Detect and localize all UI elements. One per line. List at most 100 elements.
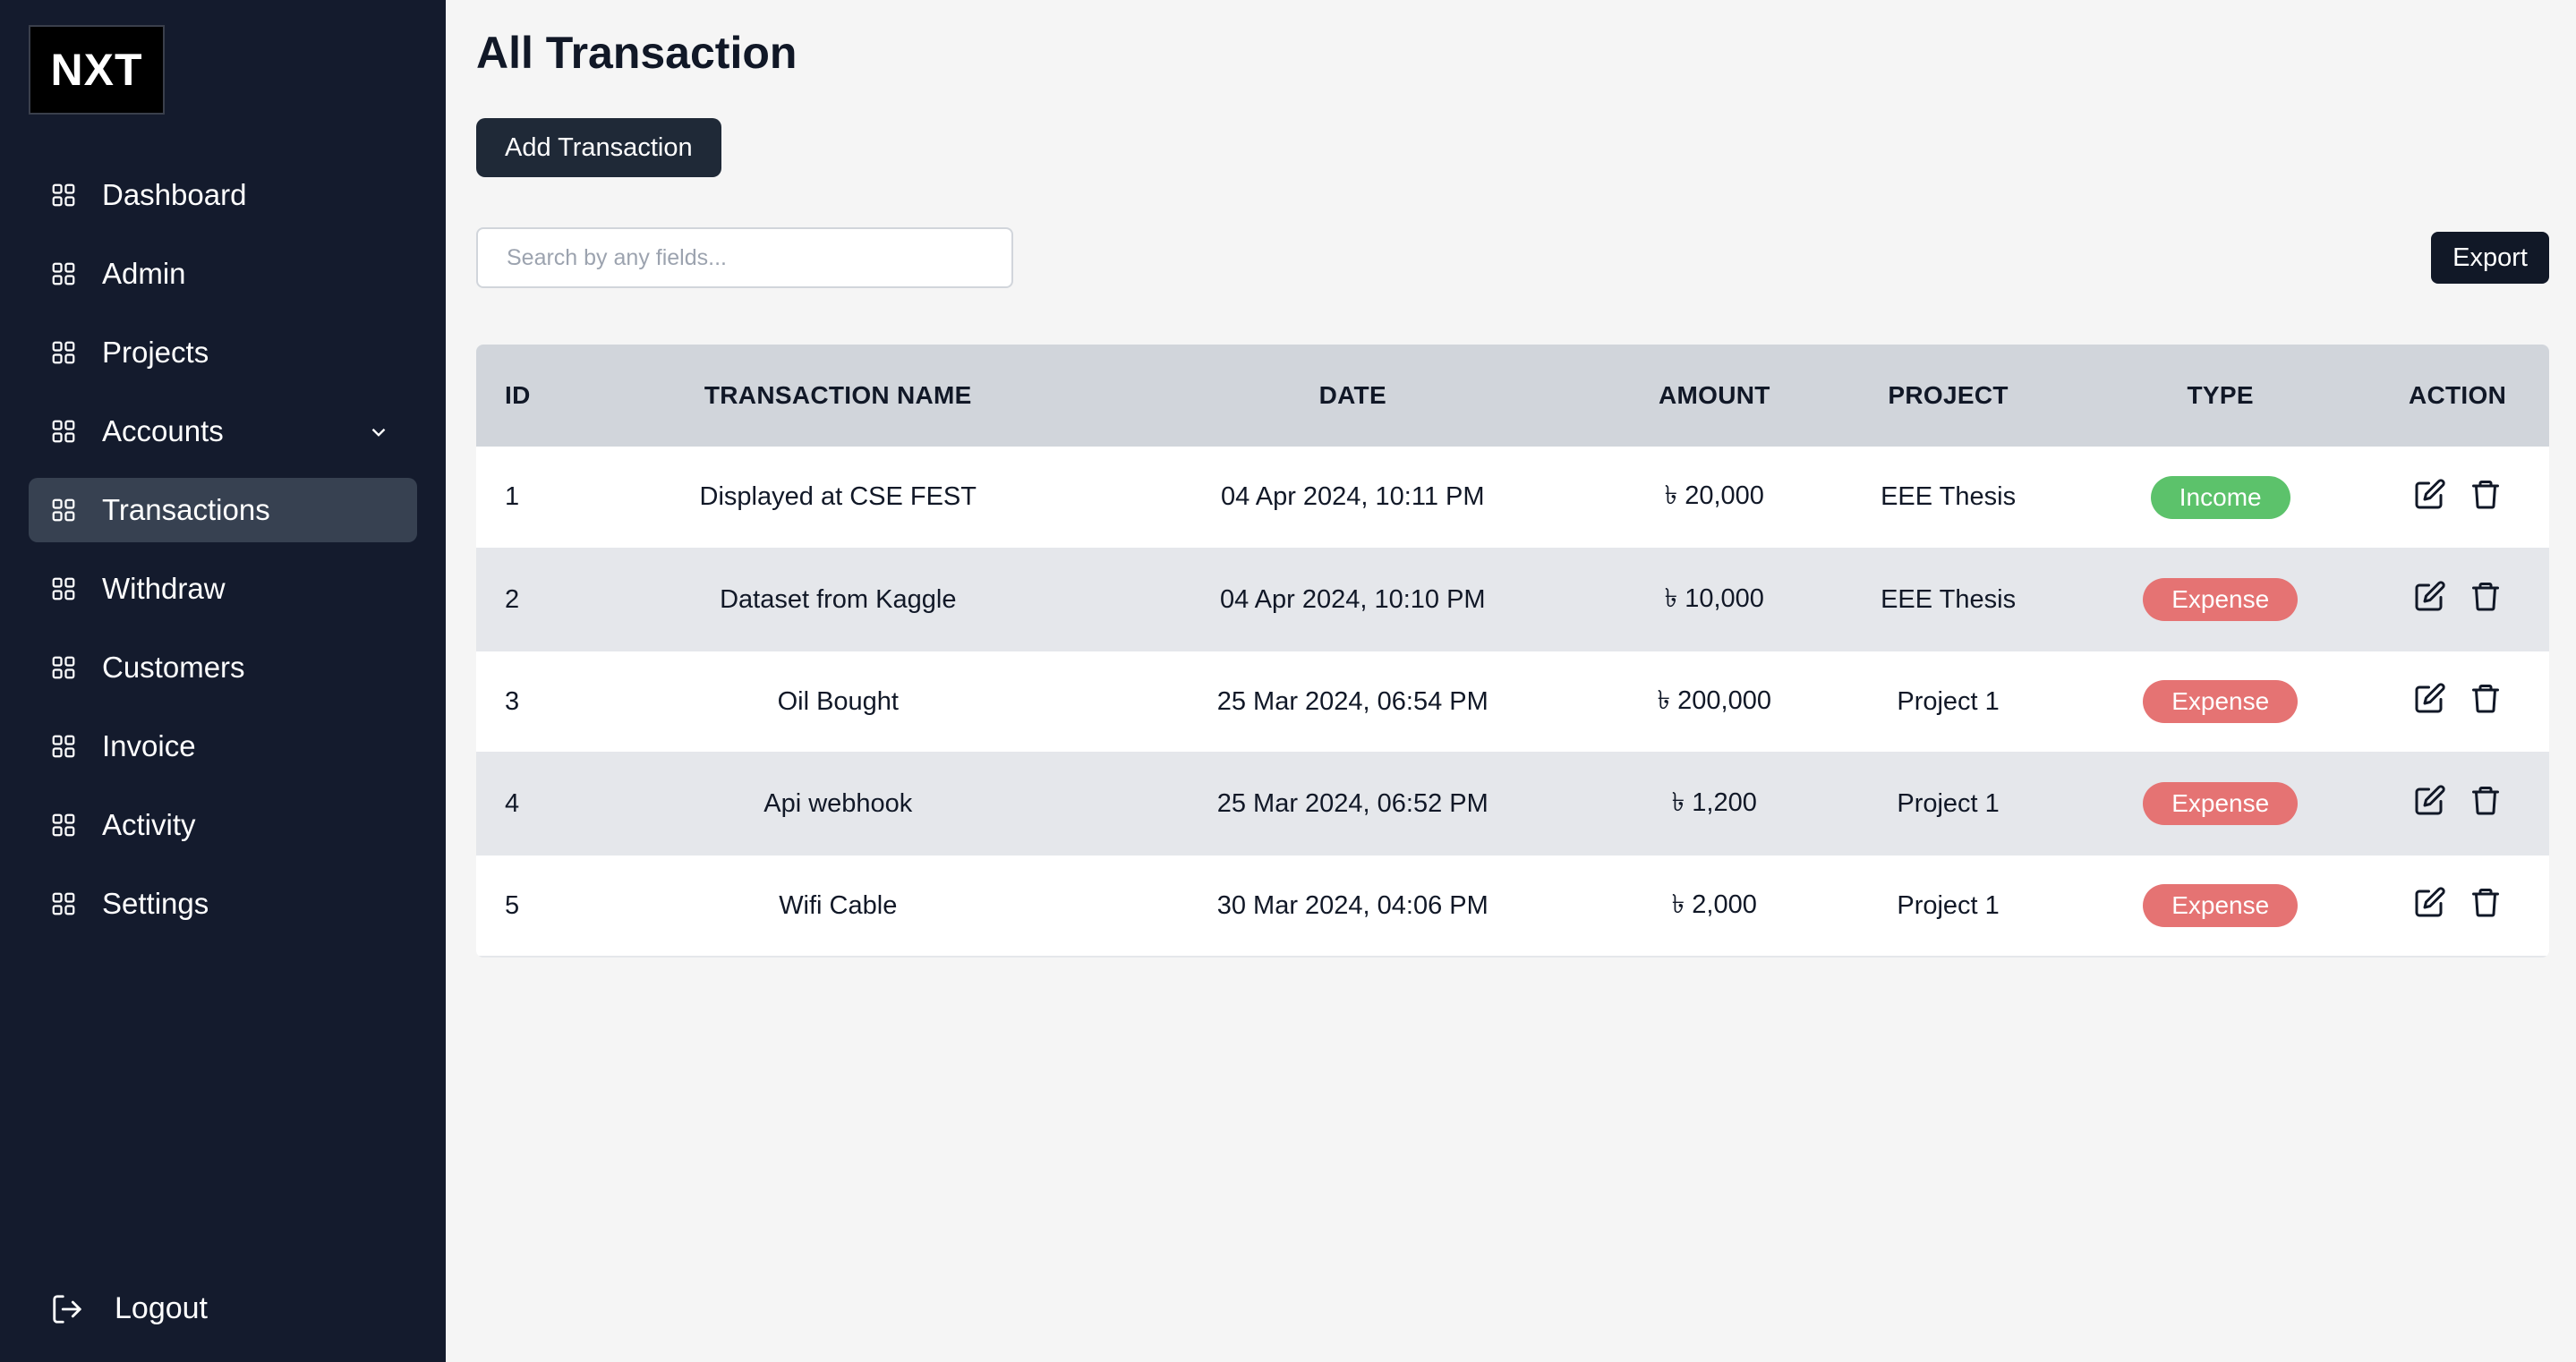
page-title: All Transaction: [476, 28, 798, 78]
search-input[interactable]: [476, 227, 1013, 288]
grid-icon: [52, 262, 75, 285]
trash-icon[interactable]: [2469, 580, 2502, 612]
column-header-id: ID: [505, 381, 531, 409]
cell-date: 04 Apr 2024, 10:10 PM: [1219, 584, 1486, 614]
cell-id: 3: [505, 686, 520, 716]
trash-icon[interactable]: [2469, 478, 2502, 510]
logout-button[interactable]: Logout: [50, 1291, 208, 1326]
cell-amount: ৳ 1,200: [1671, 787, 1757, 817]
grid-icon: [52, 656, 75, 679]
logout-label: Logout: [115, 1291, 208, 1325]
add-transaction-button[interactable]: Add Transaction: [476, 118, 721, 177]
table-row: 3 Oil Bought 25 Mar 2024, 06:54 PM ৳ 200…: [476, 651, 2549, 753]
cell-id: 2: [505, 584, 520, 614]
cell-type: Expense: [2075, 855, 2366, 957]
edit-icon[interactable]: [2414, 886, 2446, 918]
edit-icon[interactable]: [2414, 580, 2446, 612]
cell-type: Expense: [2075, 651, 2366, 753]
sidebar-item-label: Admin: [102, 257, 186, 290]
type-badge: Expense: [2143, 680, 2299, 723]
trash-icon[interactable]: [2469, 784, 2502, 816]
edit-icon[interactable]: [2414, 478, 2446, 510]
sidebar-item-label: Accounts: [102, 414, 224, 447]
cell-date: 30 Mar 2024, 04:06 PM: [1216, 890, 1488, 920]
table-header-row: ID TRANSACTION NAME DATE AMOUNT PROJECT …: [476, 345, 2549, 447]
table-row: 5 Wifi Cable 30 Mar 2024, 04:06 PM ৳ 2,0…: [476, 855, 2549, 957]
cell-name: Wifi Cable: [779, 890, 898, 920]
grid-icon: [52, 735, 75, 758]
table-row: 1 Displayed at CSE FEST 04 Apr 2024, 10:…: [476, 447, 2549, 549]
cell-project: EEE Thesis: [1881, 482, 2017, 511]
grid-icon: [52, 813, 75, 837]
sidebar-item-activity[interactable]: Activity: [29, 793, 417, 857]
sidebar-nav: Dashboard Admin Projects Accounts Transa…: [29, 163, 417, 950]
column-header-name: TRANSACTION NAME: [704, 381, 972, 409]
edit-icon[interactable]: [2414, 784, 2446, 816]
sidebar-item-admin[interactable]: Admin: [29, 242, 417, 306]
transactions-table: ID TRANSACTION NAME DATE AMOUNT PROJECT …: [476, 345, 2549, 958]
sidebar-item-label: Withdraw: [102, 572, 226, 605]
sidebar-item-settings[interactable]: Settings: [29, 872, 417, 936]
cell-project: Project 1: [1897, 686, 2000, 716]
type-badge: Expense: [2143, 578, 2299, 621]
cell-amount: ৳ 2,000: [1671, 890, 1757, 919]
sidebar-item-transactions[interactable]: Transactions: [29, 478, 417, 542]
sidebar-item-accounts[interactable]: Accounts: [29, 399, 417, 464]
type-badge: Expense: [2143, 884, 2299, 927]
sidebar-item-label: Customers: [102, 651, 245, 684]
table-row: 2 Dataset from Kaggle 04 Apr 2024, 10:10…: [476, 549, 2549, 651]
edit-icon[interactable]: [2414, 682, 2446, 714]
table-row: 4 Api webhook 25 Mar 2024, 06:52 PM ৳ 1,…: [476, 753, 2549, 855]
cell-actions: [2366, 651, 2549, 753]
sidebar-item-projects[interactable]: Projects: [29, 320, 417, 385]
cell-project: EEE Thesis: [1881, 584, 2017, 614]
column-header-project: PROJECT: [1888, 381, 2009, 409]
cell-actions: [2366, 753, 2549, 855]
grid-icon: [52, 183, 75, 207]
main-content: All Transaction Add Transaction Export I…: [446, 0, 2576, 1362]
cell-date: 04 Apr 2024, 10:11 PM: [1221, 482, 1485, 511]
grid-icon: [52, 892, 75, 915]
type-badge: Income: [2150, 475, 2290, 519]
chevron-down-icon[interactable]: [367, 421, 390, 444]
cell-amount: ৳ 10,000: [1664, 583, 1764, 613]
cell-actions: [2366, 447, 2549, 549]
cell-date: 25 Mar 2024, 06:54 PM: [1216, 686, 1488, 716]
type-badge: Expense: [2143, 782, 2299, 825]
cell-actions: [2366, 855, 2549, 957]
cell-id: 4: [505, 788, 520, 818]
sidebar-item-invoice[interactable]: Invoice: [29, 714, 417, 779]
cell-name: Oil Bought: [777, 686, 899, 716]
app-root: NXT Dashboard Admin Projects Accounts Tr…: [0, 0, 2576, 1362]
export-button[interactable]: Export: [2431, 232, 2549, 284]
trash-icon[interactable]: [2469, 886, 2502, 918]
cell-name: Api webhook: [763, 788, 913, 818]
column-header-amount: AMOUNT: [1658, 381, 1770, 409]
trash-icon[interactable]: [2469, 682, 2502, 714]
grid-icon: [52, 498, 75, 522]
sidebar-item-customers[interactable]: Customers: [29, 635, 417, 700]
cell-date: 25 Mar 2024, 06:52 PM: [1216, 788, 1488, 818]
grid-icon: [52, 577, 75, 600]
sidebar-item-label: Dashboard: [102, 178, 247, 211]
column-header-action: ACTION: [2408, 381, 2507, 409]
cell-type: Income: [2075, 447, 2366, 549]
cell-type: Expense: [2075, 549, 2366, 651]
cell-type: Expense: [2075, 753, 2366, 855]
sidebar-item-dashboard[interactable]: Dashboard: [29, 163, 417, 227]
grid-icon: [52, 341, 75, 364]
sidebar-item-label: Settings: [102, 887, 209, 920]
logo[interactable]: NXT: [29, 25, 165, 115]
sidebar: NXT Dashboard Admin Projects Accounts Tr…: [0, 0, 446, 1362]
column-header-type: TYPE: [2187, 381, 2254, 409]
grid-icon: [52, 420, 75, 443]
cell-id: 5: [505, 890, 520, 920]
sidebar-item-label: Projects: [102, 336, 209, 369]
column-header-date: DATE: [1318, 381, 1386, 409]
cell-project: Project 1: [1897, 788, 2000, 818]
sidebar-item-label: Activity: [102, 808, 196, 841]
sidebar-item-withdraw[interactable]: Withdraw: [29, 557, 417, 621]
sidebar-item-label: Invoice: [102, 729, 196, 762]
logout-icon: [53, 1294, 81, 1324]
cell-id: 1: [505, 482, 520, 511]
